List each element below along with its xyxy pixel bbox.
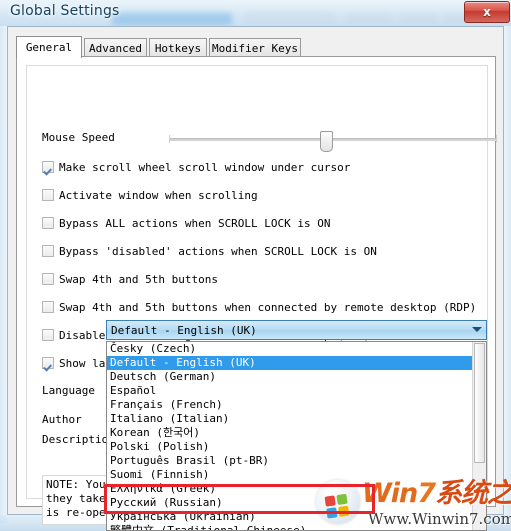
screenshot-root: Global Settings x General Advanced Hotke… <box>0 0 511 531</box>
list-item[interactable]: Česky (Czech) <box>107 342 486 356</box>
list-item[interactable]: Español <box>107 384 486 398</box>
mouse-speed-slider[interactable] <box>169 131 497 152</box>
flag-quadrant-red <box>324 495 336 507</box>
window-border-right <box>504 26 511 523</box>
list-item[interactable]: Polski (Polish) <box>107 440 486 454</box>
tab-strip: General Advanced Hotkeys Modifier Keys <box>16 36 496 58</box>
watermark-brand-win: Win <box>362 478 418 509</box>
slider-thumb[interactable] <box>320 131 333 152</box>
language-combobox-value: Default - English (UK) <box>111 323 257 337</box>
language-combobox[interactable]: Default - English (UK) <box>106 320 487 340</box>
language-label: Language <box>42 384 95 397</box>
watermark-brand-cn: 系统之家 <box>435 478 511 509</box>
list-item[interactable]: Français (French) <box>107 398 486 412</box>
checkbox-label-scroll-under-cursor: Make scroll wheel scroll window under cu… <box>59 160 351 174</box>
list-item[interactable]: Português Brasil (pt-BR) <box>107 454 486 468</box>
watermark-brand: Win7系统之家 <box>362 478 511 510</box>
author-label: Author <box>42 413 82 426</box>
slider-tick-right <box>496 135 497 143</box>
list-item[interactable]: Default - English (UK) <box>107 356 486 370</box>
checkbox-row-swap-buttons[interactable]: Swap 4th and 5th buttons <box>42 272 218 286</box>
checkbox-row-activate-window[interactable]: Activate window when scrolling <box>42 188 258 202</box>
checkbox-bypass-all[interactable] <box>42 217 54 229</box>
mouse-speed-label: Mouse Speed <box>42 131 115 144</box>
checkbox-balloon-notifications[interactable] <box>42 357 54 369</box>
checkbox-label-bypass-all: Bypass ALL actions when SCROLL LOCK is O… <box>59 216 331 230</box>
description-label: Description <box>42 433 115 446</box>
flag-quadrant-green <box>336 493 348 505</box>
window-title: Global Settings <box>10 3 120 19</box>
title-bar[interactable]: Global Settings x <box>0 0 511 26</box>
checkbox-row-scroll-under-cursor[interactable]: Make scroll wheel scroll window under cu… <box>42 160 350 174</box>
list-item[interactable]: Deutsch (German) <box>107 370 486 384</box>
chevron-down-icon[interactable] <box>472 327 482 332</box>
slider-track <box>169 138 497 141</box>
checkbox-label-swap-buttons: Swap 4th and 5th buttons <box>59 272 218 286</box>
tab-hotkeys[interactable]: Hotkeys <box>149 38 207 57</box>
flag-quadrant-blue <box>326 507 338 519</box>
watermark: Win7系统之家 Www.Winwin7.com <box>316 474 511 531</box>
checkbox-disable-rdp[interactable] <box>42 329 54 341</box>
flag-quadrant-yellow <box>338 505 350 517</box>
list-item[interactable]: Italiano (Italian) <box>107 412 486 426</box>
checkbox-swap-buttons[interactable] <box>42 273 54 285</box>
checkbox-swap-buttons-rdp[interactable] <box>42 301 54 313</box>
windows-flag-glyph <box>324 493 352 519</box>
list-item[interactable]: Korean (한국어) <box>107 426 486 440</box>
tab-general[interactable]: General <box>16 36 82 58</box>
tab-advanced[interactable]: Advanced <box>84 38 147 57</box>
windows-logo-icon <box>316 480 360 524</box>
checkbox-label-activate-window: Activate window when scrolling <box>59 188 258 202</box>
checkbox-row-bypass-disabled[interactable]: Bypass 'disabled' actions when SCROLL LO… <box>42 244 377 258</box>
window-border-left <box>0 26 7 523</box>
close-icon: x <box>483 5 491 19</box>
slider-tick-left <box>169 135 170 143</box>
close-button[interactable]: x <box>464 1 510 23</box>
watermark-brand-seven: 7 <box>417 478 436 509</box>
tab-modifier-keys[interactable]: Modifier Keys <box>209 38 301 57</box>
checkbox-row-bypass-all[interactable]: Bypass ALL actions when SCROLL LOCK is O… <box>42 216 331 230</box>
checkbox-bypass-disabled[interactable] <box>42 245 54 257</box>
dropdown-scrollbar-thumb[interactable] <box>474 343 485 463</box>
checkbox-row-swap-buttons-rdp[interactable]: Swap 4th and 5th buttons when connected … <box>42 300 476 314</box>
checkbox-label-bypass-disabled: Bypass 'disabled' actions when SCROLL LO… <box>59 244 377 258</box>
checkbox-scroll-under-cursor[interactable] <box>42 161 54 173</box>
checkbox-activate-window[interactable] <box>42 189 54 201</box>
checkbox-label-swap-buttons-rdp: Swap 4th and 5th buttons when connected … <box>59 300 477 314</box>
watermark-url: Www.Winwin7.com <box>368 510 511 528</box>
